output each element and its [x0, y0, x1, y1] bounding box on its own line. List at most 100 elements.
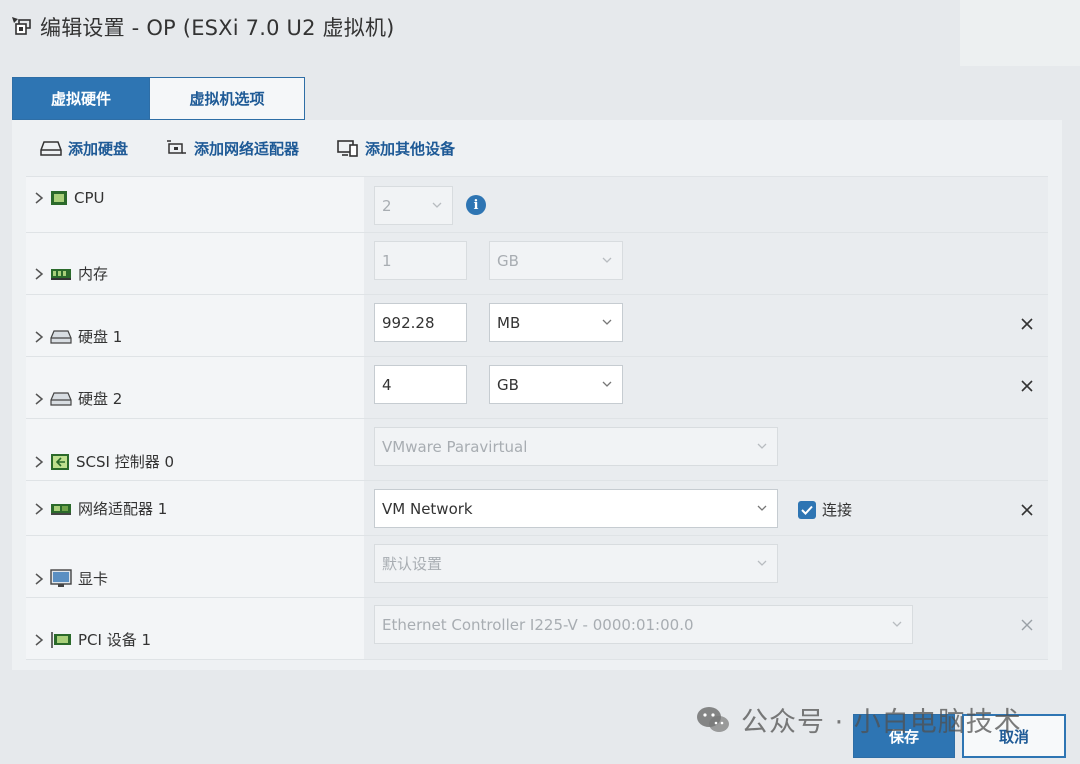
table-row-disk1: 硬盘 1 992.28 MB — [26, 295, 1048, 357]
disk1-size-input[interactable]: 992.28 — [374, 303, 467, 342]
scsi-type-select[interactable]: VMware Paravirtual — [374, 427, 778, 466]
tab-vm-options[interactable]: 虚拟机选项 — [150, 77, 305, 120]
add-disk-label: 添加硬盘 — [68, 139, 129, 158]
disk2-size-value: 4 — [382, 375, 392, 394]
row-label-memory: 内存 — [78, 265, 109, 283]
chevron-right-icon — [35, 267, 44, 280]
chevron-down-icon — [432, 202, 442, 208]
row-toggle-disk1[interactable]: 硬盘 1 — [32, 326, 122, 347]
row-label-video: 显卡 — [78, 570, 109, 588]
connect-checkbox[interactable]: 连接 — [798, 499, 852, 520]
chevron-down-icon — [602, 381, 612, 387]
table-row-video: 显卡 默认设置 — [26, 536, 1048, 598]
row-toggle-memory[interactable]: 内存 — [32, 263, 108, 284]
network-adapter-icon — [167, 140, 187, 154]
scsi-controller-icon — [51, 453, 69, 470]
chevron-down-icon — [602, 319, 612, 325]
hard-disk-icon — [50, 391, 72, 406]
chevron-down-icon — [757, 560, 767, 566]
network-card-icon — [51, 503, 71, 515]
video-settings-value: 默认设置 — [382, 555, 443, 573]
chevron-right-icon — [35, 633, 44, 646]
memory-icon — [51, 268, 71, 280]
network-value: VM Network — [382, 499, 473, 518]
table-row-memory: 内存 1 GB — [26, 233, 1048, 295]
pci-device-icon — [51, 631, 71, 648]
edit-settings-icon — [12, 17, 31, 35]
row-toggle-cpu[interactable]: CPU — [32, 189, 105, 207]
network-select[interactable]: VM Network — [374, 489, 778, 528]
row-label-scsi: SCSI 控制器 0 — [76, 453, 175, 471]
table-row-disk2: 硬盘 2 4 GB — [26, 357, 1048, 419]
add-other-device-label: 添加其他设备 — [365, 139, 456, 158]
row-label-pci: PCI 设备 1 — [78, 631, 152, 649]
table-row-cpu: CPU 2 i — [26, 177, 1048, 233]
disk1-unit-select[interactable]: MB — [489, 303, 623, 342]
add-network-adapter-label: 添加网络适配器 — [194, 139, 300, 158]
title-corner — [960, 0, 1080, 66]
memory-unit-value: GB — [497, 251, 519, 270]
disk2-unit-select[interactable]: GB — [489, 365, 623, 404]
row-toggle-scsi[interactable]: SCSI 控制器 0 — [32, 451, 174, 472]
memory-size-value: 1 — [382, 251, 392, 270]
hard-disk-icon — [40, 141, 62, 156]
pci-device-select[interactable]: Ethernet Controller I225-V - 0000:01:00.… — [374, 605, 913, 644]
chevron-down-icon — [757, 443, 767, 449]
row-label-disk2: 硬盘 2 — [78, 390, 123, 408]
chevron-right-icon — [35, 330, 44, 343]
wechat-icon — [697, 706, 729, 732]
window-title: 编辑设置 - OP (ESXi 7.0 U2 虚拟机) — [40, 16, 395, 40]
connect-label: 连接 — [822, 501, 853, 519]
pci-device-value: Ethernet Controller I225-V - 0000:01:00.… — [382, 615, 694, 634]
remove-pci-close-icon[interactable] — [1018, 616, 1036, 634]
chevron-right-icon — [35, 455, 44, 468]
scsi-type-value: VMware Paravirtual — [382, 437, 528, 456]
hardware-table: CPU 2 i 内存 1 GB 硬盘 1 992.28 MB 硬盘 2 4 GB… — [26, 176, 1048, 660]
info-icon[interactable]: i — [466, 195, 486, 215]
video-settings-select[interactable]: 默认设置 — [374, 544, 778, 583]
chevron-right-icon — [35, 502, 44, 515]
tab-bar: 虚拟硬件 虚拟机选项 — [12, 77, 305, 120]
checkmark-icon — [798, 500, 816, 519]
row-toggle-network[interactable]: 网络适配器 1 — [32, 498, 167, 519]
remove-disk1-close-icon[interactable] — [1018, 315, 1036, 333]
remove-network-close-icon[interactable] — [1018, 501, 1036, 519]
disk1-size-value: 992.28 — [382, 313, 435, 332]
disk2-unit-value: GB — [497, 375, 519, 394]
row-label-network: 网络适配器 1 — [78, 500, 168, 518]
disk1-unit-value: MB — [497, 313, 521, 332]
memory-size-input[interactable]: 1 — [374, 241, 467, 280]
row-toggle-pci[interactable]: PCI 设备 1 — [32, 629, 151, 650]
device-icon — [337, 140, 358, 157]
memory-unit-select[interactable]: GB — [489, 241, 623, 280]
watermark-text: 公众号 · 小白电脑技术 — [741, 707, 1022, 738]
table-row-scsi: SCSI 控制器 0 VMware Paravirtual — [26, 419, 1048, 481]
toolbar: 添加硬盘 添加网络适配器 添加其他设备 — [40, 120, 493, 176]
add-other-device-button[interactable]: 添加其他设备 — [337, 138, 455, 159]
cpu-count-select[interactable]: 2 — [374, 186, 453, 225]
monitor-icon — [50, 568, 72, 587]
watermark: 公众号 · 小白电脑技术 — [695, 700, 1022, 739]
hard-disk-icon — [50, 329, 72, 344]
chevron-down-icon — [892, 621, 902, 627]
row-toggle-disk2[interactable]: 硬盘 2 — [32, 388, 122, 409]
row-toggle-video[interactable]: 显卡 — [32, 568, 108, 589]
cpu-count-value: 2 — [382, 196, 392, 215]
table-row-pci: PCI 设备 1 Ethernet Controller I225-V - 00… — [26, 598, 1048, 660]
chevron-right-icon — [35, 572, 44, 585]
chevron-down-icon — [602, 257, 612, 263]
row-label-disk1: 硬盘 1 — [78, 328, 123, 346]
add-network-adapter-button[interactable]: 添加网络适配器 — [166, 138, 299, 159]
table-row-network: 网络适配器 1 VM Network 连接 — [26, 481, 1048, 536]
row-label-cpu: CPU — [74, 189, 105, 207]
disk2-size-input[interactable]: 4 — [374, 365, 467, 404]
chevron-down-icon — [757, 505, 767, 511]
hardware-panel: 添加硬盘 添加网络适配器 添加其他设备 CPU 2 i 内存 1 GB 硬盘 1… — [12, 120, 1062, 670]
add-disk-button[interactable]: 添加硬盘 — [40, 138, 128, 159]
cpu-icon — [51, 191, 67, 205]
title-bar: 编辑设置 - OP (ESXi 7.0 U2 虚拟机) — [0, 0, 1080, 54]
chevron-right-icon — [35, 392, 44, 405]
remove-disk2-close-icon[interactable] — [1018, 377, 1036, 395]
chevron-right-icon — [35, 192, 44, 204]
tab-virtual-hardware[interactable]: 虚拟硬件 — [12, 77, 150, 120]
